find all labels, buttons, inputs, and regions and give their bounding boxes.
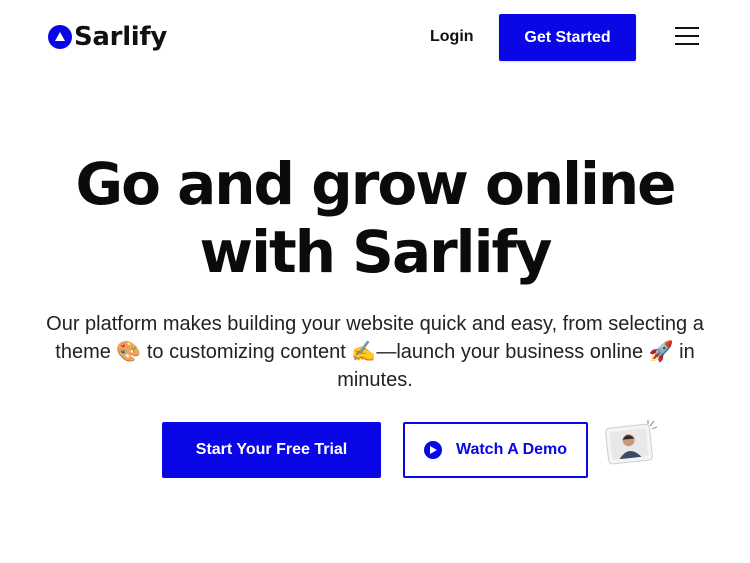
menu-line [675, 35, 699, 37]
video-thumbnail-avatar[interactable] [604, 420, 658, 466]
login-link[interactable]: Login [430, 28, 474, 46]
get-started-button[interactable]: Get Started [499, 14, 636, 61]
watch-demo-label: Watch A Demo [455, 441, 568, 458]
hamburger-menu-icon[interactable] [675, 27, 699, 47]
brand-logo[interactable]: Sarlify [48, 22, 167, 52]
play-icon [423, 441, 442, 459]
hero-subtitle: Our platform makes building your website… [46, 313, 704, 391]
watch-demo-button[interactable]: Watch A Demo [403, 422, 588, 478]
hero-title-line-1: Go and grow online [75, 150, 676, 218]
logo-icon [48, 25, 72, 49]
menu-line [675, 43, 699, 45]
hero-title-line-2: with Sarlify [199, 218, 553, 286]
menu-line [675, 27, 699, 29]
top-nav: Sarlify Login Get Started [0, 0, 750, 76]
brand-name: Sarlify [74, 22, 168, 52]
start-free-trial-button[interactable]: Start Your Free Trial [162, 422, 381, 478]
hero-title: Go and grow online with Sarlify [0, 150, 750, 286]
